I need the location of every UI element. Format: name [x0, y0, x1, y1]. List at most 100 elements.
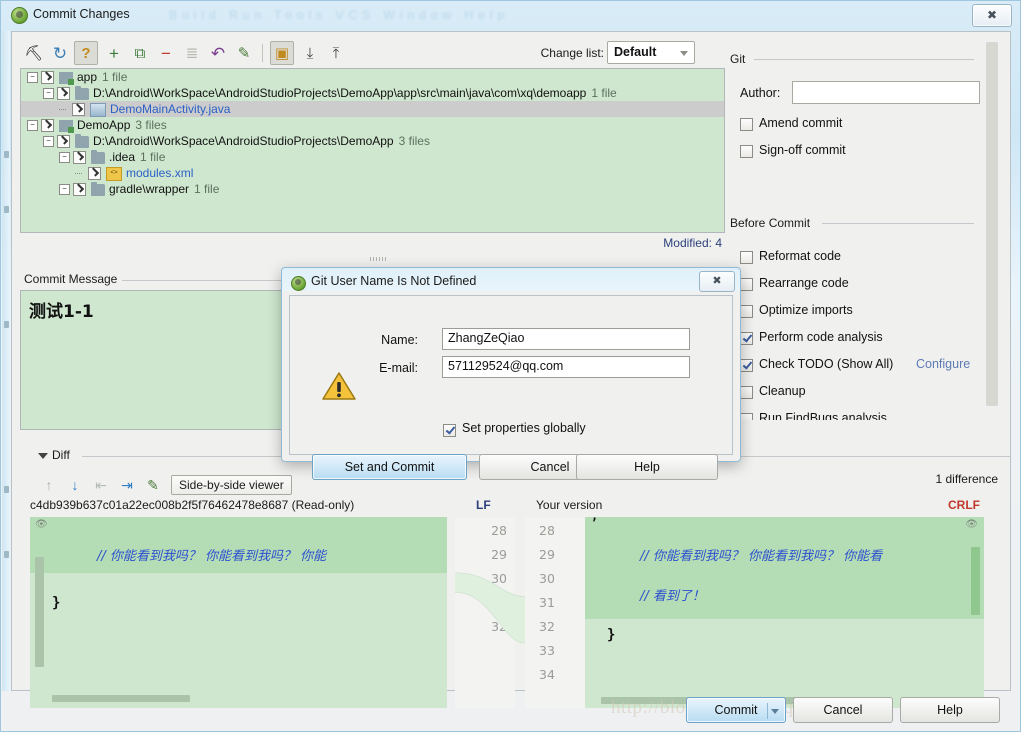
before-commit-section-title: Before Commit: [730, 216, 818, 230]
tree-expand-toggle[interactable]: −: [59, 184, 70, 196]
tree-row-count: 1 file: [140, 150, 166, 164]
cancel-button[interactable]: Cancel: [793, 697, 893, 723]
git-option-checkbox[interactable]: [740, 118, 753, 131]
close-icon[interactable]: ✖: [699, 271, 735, 292]
name-input[interactable]: ZhangZeQiao: [442, 328, 690, 350]
before-commit-option-checkbox[interactable]: [740, 359, 753, 372]
edit-source-icon[interactable]: ✎: [142, 474, 164, 496]
before-commit-option-checkbox[interactable]: [740, 305, 753, 318]
show-unversioned-icon[interactable]: ?: [74, 41, 98, 65]
line-number: 32: [491, 619, 507, 634]
tree-row-checkbox[interactable]: [57, 87, 70, 101]
tree-expand-toggle[interactable]: −: [43, 136, 54, 148]
add-icon[interactable]: +: [102, 41, 126, 65]
warning-icon: [322, 371, 356, 401]
dialog-help-button[interactable]: Help: [576, 454, 718, 480]
before-commit-option-label: Perform code analysis: [759, 330, 883, 344]
group-by-icon[interactable]: ≣: [180, 41, 204, 65]
tree-row-checkbox[interactable]: [73, 183, 86, 197]
rollback-icon[interactable]: ↶: [206, 41, 230, 65]
set-properties-globally-checkbox[interactable]: [443, 424, 456, 437]
change-list-dropdown[interactable]: Default: [607, 41, 695, 64]
set-and-commit-button[interactable]: Set and Commit: [312, 454, 467, 480]
tree-row[interactable]: − DemoApp 3 files: [21, 117, 724, 133]
refresh-icon[interactable]: ↻: [48, 41, 72, 65]
tree-row-checkbox[interactable]: [41, 119, 54, 133]
previous-difference-icon[interactable]: ↑: [38, 474, 60, 496]
change-list-value: Default: [614, 45, 657, 59]
tree-row-count: 3 files: [135, 118, 167, 132]
tree-row[interactable]: − D:\Android\WorkSpace\AndroidStudioProje…: [21, 85, 724, 101]
eye-icon[interactable]: 👁: [965, 519, 978, 530]
before-commit-option-label: Reformat code: [759, 249, 841, 263]
diff-left-pane[interactable]: 👁 // 你能看到我吗？ 你能看到我吗？ 你能 }: [30, 517, 447, 708]
git-user-name-dialog: Git User Name Is Not Defined ✖ Name: Zha…: [281, 267, 741, 480]
move-to-changelist-icon[interactable]: ⧉: [128, 41, 152, 65]
before-commit-option-label: Cleanup: [759, 384, 806, 398]
git-option-checkbox[interactable]: [740, 145, 753, 158]
git-panel-scrollbar-thumb[interactable]: [986, 42, 998, 406]
tree-expand-toggle[interactable]: −: [59, 152, 70, 164]
line-number: 30: [491, 571, 507, 586]
collapse-all-icon[interactable]: ⤒: [324, 41, 348, 65]
folder-icon: [75, 133, 89, 148]
chevron-down-icon[interactable]: [38, 453, 48, 459]
tree-row-checkbox[interactable]: [72, 103, 85, 117]
expand-all-icon[interactable]: ⤓: [298, 41, 322, 65]
tree-row[interactable]: − app 1 file: [21, 69, 724, 85]
line-number: 33: [539, 643, 555, 658]
diff-viewer-dropdown[interactable]: Side-by-side viewer: [171, 475, 292, 495]
author-field[interactable]: [792, 81, 980, 104]
change-list-label: Change list:: [540, 46, 604, 60]
email-input[interactable]: 571129524@qq.com: [442, 356, 690, 378]
splitter-grip[interactable]: [370, 257, 386, 261]
tree-row-checkbox[interactable]: [88, 167, 101, 181]
tree-row-label: DemoMainActivity.java: [110, 102, 231, 116]
before-commit-option-checkbox[interactable]: [740, 332, 753, 345]
before-commit-option-checkbox[interactable]: [740, 413, 753, 420]
line-number: 29: [539, 547, 555, 562]
show-diff-icon[interactable]: ⛏: [22, 41, 46, 65]
tree-row-checkbox[interactable]: [57, 135, 70, 149]
commit-button[interactable]: Commit: [686, 697, 786, 723]
tree-row[interactable]: − gradle\wrapper 1 file: [21, 181, 724, 197]
before-commit-option-label: Check TODO (Show All): [759, 357, 894, 371]
tree-row[interactable]: − D:\Android\WorkSpace\AndroidStudioProje…: [21, 133, 724, 149]
changed-files-tree[interactable]: − app 1 file − D:\Android\WorkSpace\AndroidS…: [20, 68, 725, 233]
set-properties-globally-label: Set properties globally: [462, 421, 586, 435]
window-edge-scrollbar[interactable]: [2, 31, 10, 691]
tree-row-count: 1 file: [102, 70, 128, 84]
apply-icon[interactable]: ⇥: [116, 474, 138, 496]
before-commit-option-checkbox[interactable]: [740, 278, 753, 291]
tree-expand-toggle[interactable]: −: [27, 72, 38, 84]
chevron-down-icon[interactable]: [771, 709, 779, 714]
tree-row[interactable]: − .idea 1 file: [21, 149, 724, 165]
diff-right-separator: CRLF: [948, 498, 980, 512]
tree-row[interactable]: DemoMainActivity.java: [21, 101, 724, 117]
app-icon: [11, 7, 28, 24]
help-button[interactable]: Help: [900, 697, 1000, 723]
git-option-label: Amend commit: [759, 116, 843, 130]
tree-row-label: D:\Android\WorkSpace\AndroidStudioProjec…: [93, 86, 587, 100]
tree-expand-toggle[interactable]: −: [43, 88, 54, 100]
edit-source-icon[interactable]: ✎: [232, 41, 256, 65]
xml-icon: <>: [106, 166, 122, 181]
tree-row[interactable]: <> modules.xml: [21, 165, 724, 181]
tree-row-checkbox[interactable]: [41, 71, 54, 85]
tree-row-checkbox[interactable]: [73, 151, 86, 165]
chevron-down-icon: [680, 51, 688, 56]
configure-link[interactable]: Configure: [916, 357, 970, 371]
next-difference-icon[interactable]: ↓: [64, 474, 86, 496]
eye-icon[interactable]: 👁: [35, 519, 48, 530]
group-by-directory-icon[interactable]: ▣: [270, 41, 294, 65]
footer-bar: http://blog.csdn.net/xqiao Commit Cancel…: [1, 689, 1020, 731]
diff-right-pane[interactable]: 👁 , // 你能看到我吗？ 你能看到我吗？ 你能看 // 看到了！ }: [585, 517, 984, 708]
delete-icon[interactable]: −: [154, 41, 178, 65]
revert-icon[interactable]: ⇤: [90, 474, 112, 496]
close-icon[interactable]: ✖: [972, 4, 1012, 27]
tree-expand-toggle[interactable]: −: [27, 120, 38, 132]
before-commit-option-checkbox[interactable]: [740, 386, 753, 399]
diff-right-line-1: // 你能看到我吗？ 你能看到我吗？ 你能看: [640, 549, 883, 564]
before-commit-option-checkbox[interactable]: [740, 251, 753, 264]
section-divider: [822, 223, 974, 224]
